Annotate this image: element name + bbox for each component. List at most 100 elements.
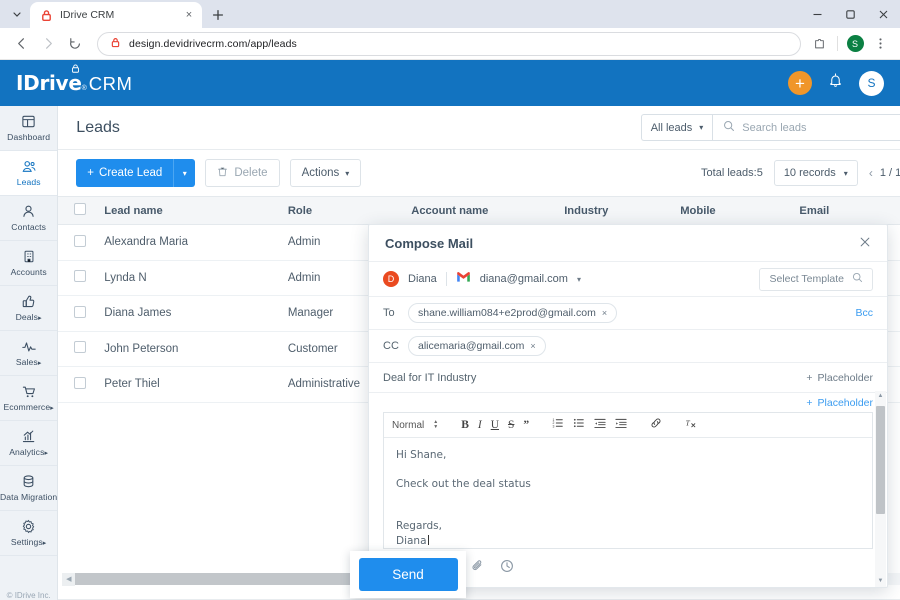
compose-vertical-scrollbar[interactable]: ▲ ▼ (875, 391, 886, 587)
outdent-icon[interactable] (594, 416, 606, 434)
tab-search-chevron-down-icon[interactable] (4, 1, 30, 27)
maximize-icon[interactable] (834, 0, 867, 28)
ordered-list-icon[interactable]: 123 (552, 416, 564, 434)
close-icon[interactable] (859, 235, 871, 251)
select-all-checkbox[interactable] (74, 203, 87, 215)
bullet-list-icon[interactable] (573, 416, 585, 434)
create-lead-button[interactable]: + Create Lead (76, 159, 174, 187)
to-recipient-chip[interactable]: shane.william084+e2prod@gmail.com × (408, 303, 618, 323)
sender-chevron-down-icon[interactable]: ▾ (577, 275, 581, 284)
paperclip-icon[interactable] (471, 559, 484, 577)
row-checkbox[interactable] (74, 305, 87, 318)
select-template-button[interactable]: Select Template (759, 267, 873, 291)
cell-lead-name[interactable]: Lynda N (96, 260, 280, 296)
three-dot-menu-icon[interactable] (868, 32, 892, 56)
row-checkbox[interactable] (74, 341, 87, 354)
subject-row: Deal for IT Industry + Placeholder (369, 363, 887, 393)
scroll-down-arrow-icon[interactable]: ▼ (878, 576, 884, 587)
blockquote-button[interactable]: ” (523, 419, 529, 431)
column-role[interactable]: Role (279, 196, 404, 225)
forward-arrow-icon[interactable] (35, 31, 61, 57)
sidebar-item-contacts[interactable]: Contacts (0, 196, 58, 241)
row-checkbox[interactable] (74, 376, 87, 389)
column-email[interactable]: Email (791, 196, 900, 225)
prev-page-button[interactable]: ‹ (869, 166, 873, 180)
actions-button[interactable]: Actions ▾ (289, 159, 362, 187)
sender-email: diana@gmail.com (479, 273, 568, 285)
column-account-name[interactable]: Account name (403, 196, 557, 225)
sidebar-item-sales[interactable]: Sales▸ (0, 331, 58, 376)
bcc-toggle-link[interactable]: Bcc (855, 307, 873, 319)
sender-row: D Diana diana@gmail.com ▾ Select Templat… (369, 262, 887, 297)
gear-icon (21, 519, 36, 534)
search-input[interactable]: Search leads (712, 114, 900, 141)
text-style-chevron-down-icon[interactable]: ▲ ▼ (433, 420, 438, 430)
create-lead-dropdown-chevron-down-icon[interactable]: ▾ (173, 159, 196, 187)
strikethrough-button[interactable]: S (508, 419, 514, 431)
browser-tab[interactable]: IDrive CRM × (30, 2, 202, 28)
cell-lead-name[interactable]: John Peterson (96, 331, 280, 367)
clock-icon[interactable] (500, 559, 514, 578)
send-button[interactable]: Send (358, 558, 458, 591)
avatar[interactable]: S (843, 32, 867, 56)
bold-button[interactable]: B (461, 419, 469, 431)
scrollbar-thumb[interactable] (876, 406, 885, 514)
column-lead-name[interactable]: Lead name (96, 196, 280, 225)
row-checkbox[interactable] (74, 234, 87, 247)
cell-lead-name[interactable]: Diana James (96, 295, 280, 332)
clear-format-icon[interactable]: T (685, 416, 698, 434)
profile-initial: S (846, 35, 864, 52)
logo-registered-mark: ® (81, 85, 87, 92)
close-icon[interactable] (867, 0, 900, 28)
back-arrow-icon[interactable] (8, 31, 34, 57)
cc-recipient-chip[interactable]: alicemaria@gmail.com × (408, 336, 546, 356)
text-style-select[interactable]: Normal (392, 420, 424, 431)
cart-icon (21, 384, 37, 399)
italic-button[interactable]: I (478, 419, 482, 431)
sidebar-item-analytics[interactable]: Analytics▸ (0, 421, 58, 466)
tab-close-icon[interactable]: × (182, 9, 196, 21)
plus-icon: + (806, 396, 813, 409)
sidebar-item-data-migration[interactable]: Data Migration (0, 466, 58, 511)
sidebar-item-deals[interactable]: Deals▸ (0, 286, 58, 331)
lead-view-select[interactable]: All leads ▾ (640, 114, 713, 141)
column-industry[interactable]: Industry (556, 196, 673, 225)
list-toolbar: + Create Lead ▾ Delete Actions ▾ Total l… (58, 150, 900, 196)
column-mobile[interactable]: Mobile (672, 196, 792, 225)
remove-recipient-close-icon[interactable]: × (530, 341, 535, 351)
toolbar-divider (837, 36, 838, 51)
sidebar-item-leads[interactable]: Leads (0, 151, 58, 196)
scrollbar-track[interactable] (875, 402, 886, 576)
sidebar-item-accounts[interactable]: Accounts (0, 241, 58, 286)
address-bar[interactable]: design.devidrivecrm.com/app/leads (97, 31, 801, 56)
sidebar-item-dashboard[interactable]: Dashboard (0, 106, 58, 151)
new-tab-button[interactable] (206, 3, 230, 27)
quick-add-plus-icon[interactable]: + (788, 71, 812, 95)
compose-mail-header: Compose Mail (369, 225, 887, 262)
subject-placeholder-button[interactable]: + Placeholder (806, 372, 873, 384)
scroll-up-arrow-icon[interactable]: ▲ (878, 391, 884, 402)
subject-input[interactable]: Deal for IT Industry (383, 372, 476, 384)
extensions-puzzle-icon[interactable] (808, 32, 832, 56)
bell-icon[interactable] (828, 73, 843, 93)
delete-button[interactable]: Delete (205, 159, 280, 187)
user-avatar[interactable]: S (859, 70, 884, 96)
create-lead-label: Create Lead (99, 167, 163, 179)
cell-lead-name[interactable]: Alexandra Maria (96, 224, 280, 261)
row-select-cell (58, 366, 97, 403)
app-logo[interactable]: IDriv e ® CRM (16, 64, 132, 95)
reload-icon[interactable] (62, 31, 88, 57)
records-per-page-select[interactable]: 10 records ▾ (773, 160, 858, 186)
sidebar-item-ecommerce[interactable]: Ecommerce▸ (0, 376, 58, 421)
row-checkbox[interactable] (74, 270, 87, 283)
link-icon[interactable] (650, 416, 662, 434)
sidebar-item-settings[interactable]: Settings▸ (0, 511, 58, 556)
body-placeholder-button[interactable]: + Placeholder (806, 397, 873, 409)
scroll-left-arrow-icon[interactable]: ◀ (62, 572, 76, 586)
remove-recipient-close-icon[interactable]: × (602, 308, 607, 318)
minimize-icon[interactable] (801, 0, 834, 28)
underline-button[interactable]: U (491, 419, 499, 431)
cell-lead-name[interactable]: Peter Thiel (96, 366, 280, 403)
mail-body-editor[interactable]: Hi Shane, Check out the deal status Rega… (384, 438, 872, 548)
indent-icon[interactable] (615, 416, 627, 434)
